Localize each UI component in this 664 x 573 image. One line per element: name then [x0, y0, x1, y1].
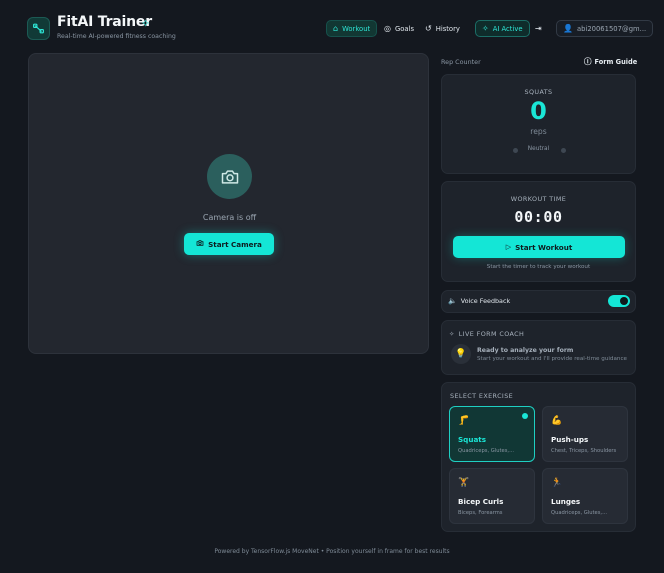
nav-workout-button[interactable]: ⌂ Workout [326, 20, 378, 37]
speaker-icon: 🔈 [448, 297, 457, 305]
rep-counter-label: Rep Counter [441, 58, 481, 66]
app-subtitle: Real-time AI-powered fitness coaching [57, 33, 176, 40]
coach-message: Start your workout and I'll provide real… [477, 356, 627, 362]
footer-text: Powered by TensorFlow.js MoveNet • Posit… [214, 548, 450, 555]
coach-title-label: LIVE FORM COACH [458, 330, 525, 338]
nav-history-button[interactable]: ↺ History [419, 20, 466, 37]
exercise-muscles: Quadriceps, Glutes,... [551, 510, 608, 516]
rep-count: 0 [530, 97, 547, 125]
running-person-icon: 🏃 [551, 478, 563, 488]
voice-feedback-toggle[interactable] [608, 295, 630, 307]
help-icon: ⓘ [584, 57, 592, 66]
voice-feedback: 🔈 Voice Feedback [448, 297, 510, 305]
workout-timer: 00:00 [514, 208, 563, 226]
start-workout-label: Start Workout [515, 242, 573, 252]
camera-status: Camera is off [202, 213, 257, 222]
state-indicator-right [561, 148, 566, 153]
camera-panel: Camera is off Start Camera [28, 53, 429, 354]
exercise-muscles: Biceps, Forearms [458, 510, 503, 516]
sparkle-icon: ✧ [482, 23, 489, 33]
exercise-tile-bicep-curls[interactable]: 🏋 Bicep Curls Biceps, Forearms [449, 468, 535, 524]
exercise-tile-lunges[interactable]: 🏃 Lunges Quadriceps, Glutes,... [542, 468, 628, 524]
coach-status: Ready to analyze your form [477, 347, 574, 354]
history-icon: ↺ [425, 23, 432, 33]
select-exercise-card: SELECT EXERCISE 🦵 Squats Quadriceps, Glu… [441, 382, 636, 532]
start-workout-button[interactable]: ▷ Start Workout [453, 236, 625, 258]
home-icon: ⌂ [333, 23, 339, 33]
leg-icon: 🦵 [458, 416, 470, 426]
exercise-name: Squats [458, 435, 487, 444]
nav-goals-button[interactable]: ◎ Goals [378, 20, 420, 37]
weightlifter-icon: 🏋 [458, 478, 470, 488]
camera-icon [207, 154, 252, 199]
live-form-coach-card: ✧ LIVE FORM COACH 💡 Ready to analyze you… [441, 320, 636, 375]
selected-indicator [522, 413, 528, 419]
workout-time-card: WORKOUT TIME 00:00 ▷ Start Workout Start… [441, 181, 636, 282]
target-icon: ◎ [384, 23, 391, 33]
select-exercise-title: SELECT EXERCISE [450, 392, 514, 400]
logo-icon [27, 17, 50, 40]
current-exercise-label: SQUATS [524, 88, 553, 96]
app-title: FitAI Trainer [57, 14, 152, 30]
ai-active-label: AI Active [492, 24, 523, 33]
user-email: abi20061507@gm... [576, 24, 647, 33]
user-icon: 👤 [563, 23, 573, 33]
rep-counter-card: SQUATS 0 reps Neutral [441, 74, 636, 174]
form-guide-button[interactable]: ⓘ Form Guide [584, 56, 637, 67]
play-icon: ▷ [505, 243, 512, 251]
nav-workout-label: Workout [342, 24, 371, 33]
logout-button[interactable]: ⇥ [532, 20, 545, 37]
reps-unit: reps [530, 127, 547, 136]
ai-active-badge[interactable]: ✧ AI Active [475, 20, 530, 37]
user-account-button[interactable]: 👤 abi20061507@gm... [556, 20, 654, 37]
exercise-muscles: Chest, Triceps, Shoulders [551, 448, 617, 454]
flexed-biceps-icon: 💪 [551, 416, 563, 426]
lightbulb-icon: 💡 [451, 344, 471, 364]
camera-small-icon [196, 239, 204, 249]
start-camera-button[interactable]: Start Camera [184, 233, 274, 255]
voice-feedback-row: 🔈 Voice Feedback [441, 290, 636, 313]
exercise-muscles: Quadriceps, Glutes,... [458, 448, 515, 454]
exercise-name: Bicep Curls [458, 497, 504, 506]
logout-icon: ⇥ [535, 23, 542, 33]
app-header: FitAI Trainer ✧ Real-time AI-powered fit… [0, 0, 664, 52]
exercise-name: Push-ups [551, 435, 589, 444]
exercise-tile-push-ups[interactable]: 💪 Push-ups Chest, Triceps, Shoulders [542, 406, 628, 462]
form-guide-label: Form Guide [594, 57, 638, 66]
sparkle-icon: ✧ [141, 17, 151, 30]
workout-hint: Start the timer to track your workout [486, 264, 591, 270]
voice-feedback-label: Voice Feedback [460, 297, 511, 305]
nav-goals-label: Goals [394, 24, 415, 33]
exercise-tile-squats[interactable]: 🦵 Squats Quadriceps, Glutes,... [449, 406, 535, 462]
nav-history-label: History [435, 24, 460, 33]
workout-time-label: WORKOUT TIME [510, 195, 567, 203]
coach-title: ✧ LIVE FORM COACH [449, 330, 524, 338]
start-camera-label: Start Camera [208, 239, 262, 249]
movement-state: Neutral [527, 146, 550, 152]
exercise-name: Lunges [551, 497, 581, 506]
sparkle-icon: ✧ [449, 330, 455, 338]
